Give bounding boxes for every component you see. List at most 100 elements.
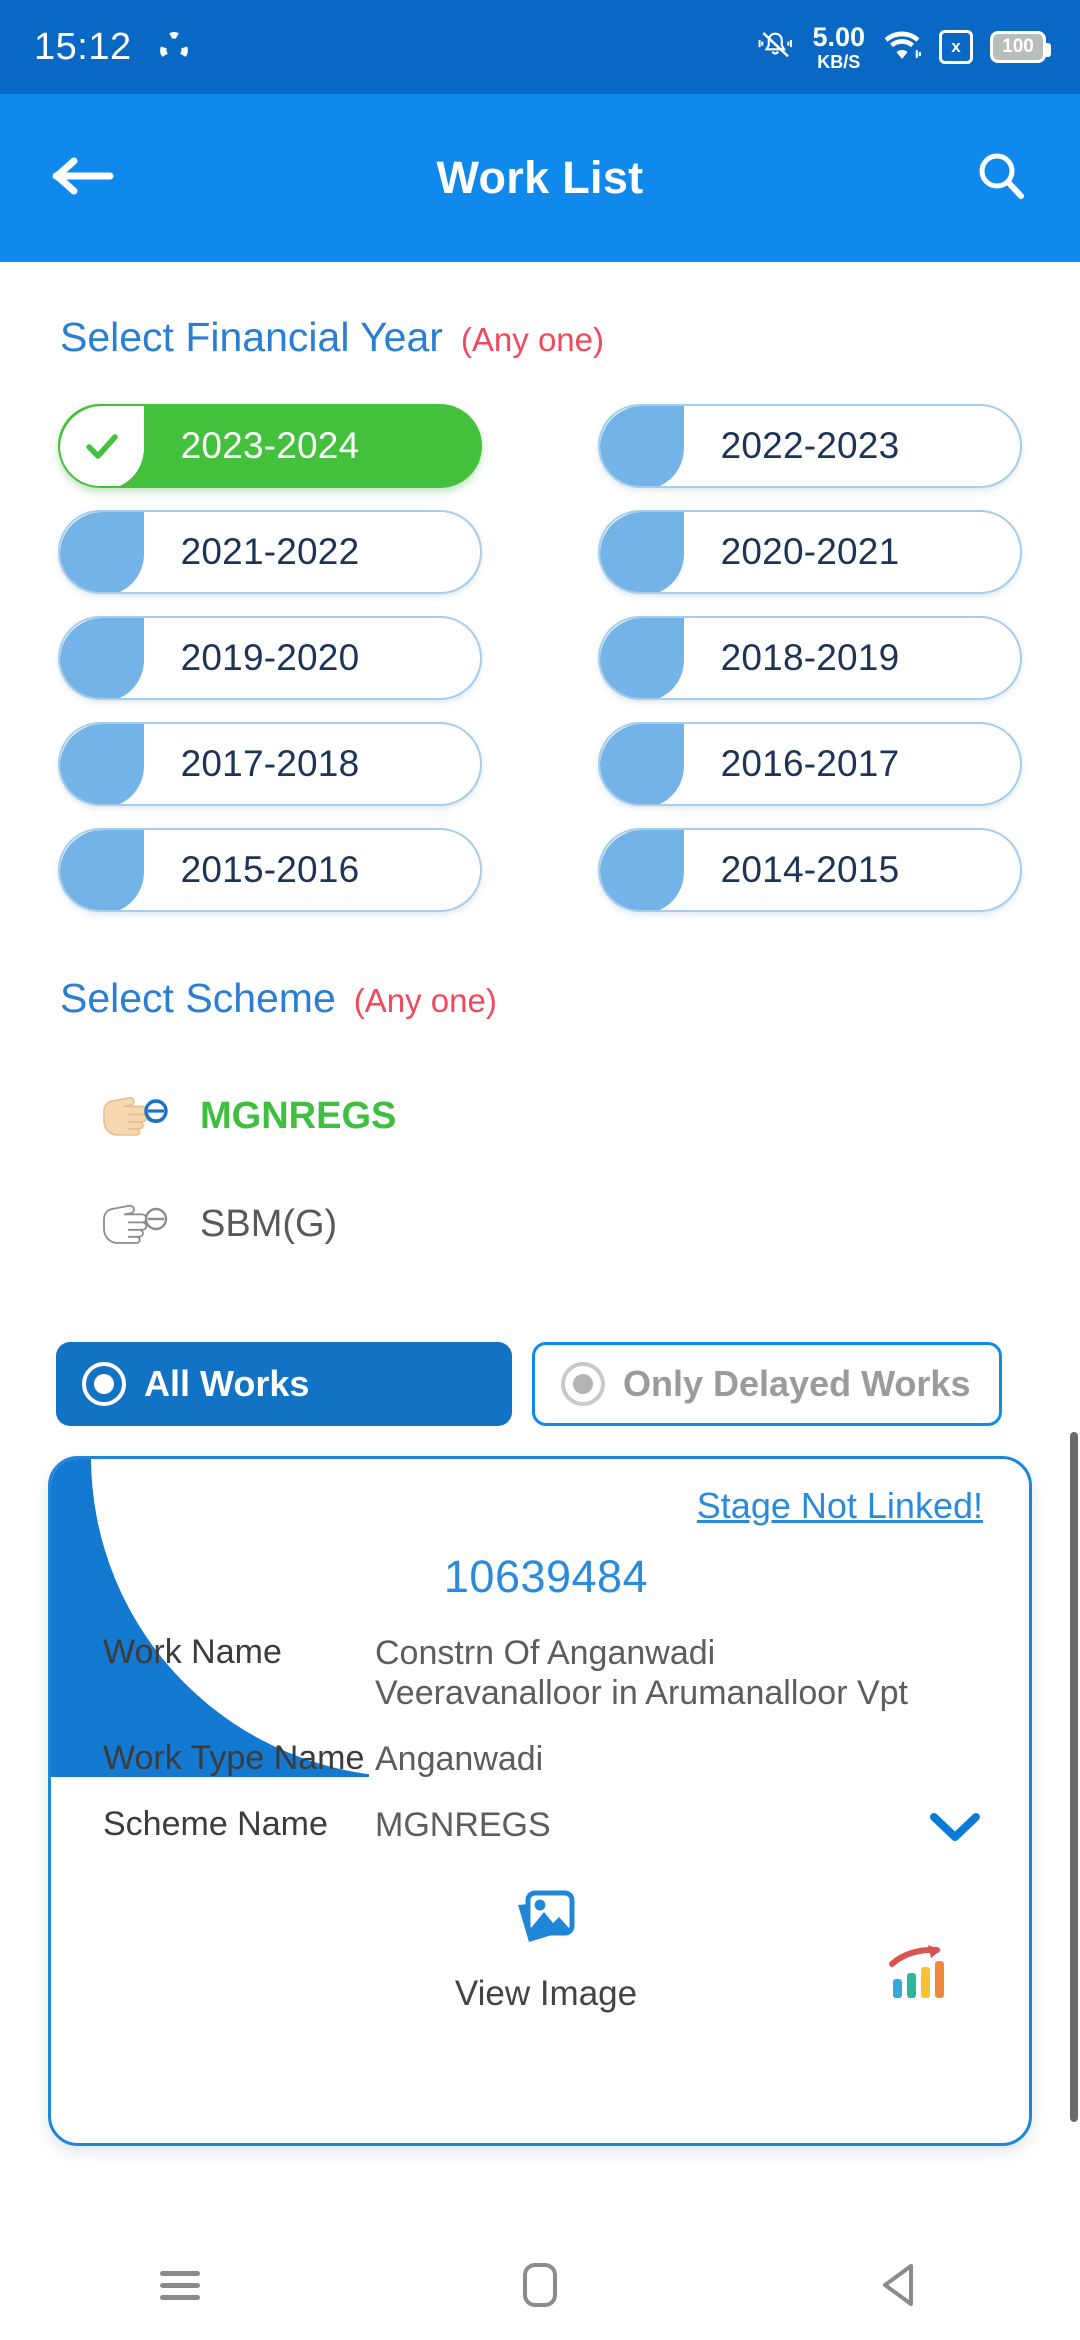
chip-leaf <box>600 512 684 592</box>
financial-year-heading: Select Financial Year (Any one) <box>0 314 1080 361</box>
financial-year-label: Select Financial Year <box>60 314 443 360</box>
work-list: Stage Not Linked! 10639484 Work Name Con… <box>0 1456 1080 2146</box>
system-navigation-bar <box>0 2230 1080 2340</box>
network-speed-value: 5.00 <box>812 21 865 52</box>
sim-card-x-icon: x <box>939 30 973 64</box>
financial-year-chip-2023-2024[interactable]: 2023-2024 <box>58 404 482 488</box>
chip-label: 2020-2021 <box>720 531 900 572</box>
financial-year-note: (Any one) <box>460 321 604 358</box>
scheme-option-label: MGNREGS <box>200 1094 397 1137</box>
financial-year-chip-2014-2015[interactable]: 2014-2015 <box>598 828 1022 912</box>
chip-leaf <box>600 618 684 698</box>
filter-all-works-label: All Works <box>144 1363 310 1404</box>
search-icon[interactable] <box>974 149 1028 208</box>
work-card-row-work-name: Work Name Constrn Of Anganwadi Veeravana… <box>103 1633 989 1713</box>
chip-leaf <box>60 618 144 698</box>
chip-leaf <box>60 724 144 804</box>
chip-label: 2023-2024 <box>180 425 360 466</box>
bell-muted-icon <box>757 28 795 67</box>
financial-year-chip-2022-2023[interactable]: 2022-2023 <box>598 404 1022 488</box>
filter-all-works[interactable]: All Works <box>56 1342 512 1426</box>
scheme-option-sbmg[interactable]: SBM(G) <box>100 1170 980 1278</box>
financial-year-cell: 2020-2021 <box>540 499 1022 605</box>
financial-year-chip-2019-2020[interactable]: 2019-2020 <box>58 616 482 700</box>
scheme-note: (Any one) <box>353 982 497 1019</box>
wifi-icon <box>882 28 922 67</box>
pointing-hand-outline-icon <box>100 1195 186 1253</box>
filter-delayed-works-label: Only Delayed Works <box>623 1363 971 1404</box>
image-gallery-icon <box>507 1879 585 1960</box>
scheme-options: MGNREGS SBM(G) <box>0 1062 1080 1278</box>
chip-label: 2015-2016 <box>180 849 360 890</box>
chip-leaf <box>60 512 144 592</box>
chip-leaf <box>600 724 684 804</box>
battery-indicator: 100 <box>990 31 1051 63</box>
chip-label: 2014-2015 <box>720 849 900 890</box>
chip-leaf <box>60 406 144 486</box>
field-key: Work Type Name <box>103 1739 365 1778</box>
financial-year-cell: 2016-2017 <box>540 711 1022 817</box>
financial-year-cell: 2017-2018 <box>58 711 540 817</box>
home-square-icon[interactable] <box>450 2230 630 2340</box>
work-id: 10639484 <box>443 1551 649 1602</box>
financial-year-chip-2020-2021[interactable]: 2020-2021 <box>598 510 1022 594</box>
field-value: MGNREGS <box>375 1806 551 1845</box>
work-card-actions: View Image <box>103 1879 989 2014</box>
page-title: Work List <box>436 152 644 203</box>
financial-year-cell: 2023-2024 <box>58 393 540 499</box>
battery-level: 100 <box>1002 36 1034 57</box>
view-image-label: View Image <box>454 1974 638 2014</box>
financial-year-cell: 2018-2019 <box>540 605 1022 711</box>
chip-label: 2016-2017 <box>720 743 900 784</box>
field-value: Constrn Of Anganwadi Veeravanalloor in A… <box>375 1634 908 1713</box>
work-card-body: Stage Not Linked! 10639484 Work Name Con… <box>51 1459 1029 2014</box>
scheme-label: Select Scheme <box>60 975 336 1021</box>
chip-label: 2021-2022 <box>180 531 360 572</box>
financial-year-cell: 2021-2022 <box>58 499 540 605</box>
main-content: Select Financial Year (Any one) 2023-202… <box>0 262 1080 2146</box>
financial-year-cell: 2019-2020 <box>58 605 540 711</box>
app-screen: 15:12 5.00 KB/S x 100 Work List Select F… <box>0 0 1080 2340</box>
work-card: Stage Not Linked! 10639484 Work Name Con… <box>48 1456 1032 2146</box>
pointing-hand-filled-icon <box>100 1087 186 1145</box>
scheme-heading: Select Scheme (Any one) <box>0 975 1080 1022</box>
back-button[interactable] <box>52 153 114 204</box>
chevron-down-icon[interactable] <box>927 1807 983 1852</box>
app-bar: Work List <box>0 94 1080 262</box>
menu-lines-icon[interactable] <box>90 2230 270 2340</box>
check-icon <box>80 424 124 473</box>
back-triangle-icon[interactable] <box>810 2230 990 2340</box>
financial-year-cell: 2015-2016 <box>58 817 540 923</box>
share-icon <box>156 29 192 65</box>
network-speed-unit: KB/S <box>817 51 861 72</box>
scheme-option-mgnregs[interactable]: MGNREGS <box>100 1062 980 1170</box>
network-speed-indicator: 5.00 KB/S <box>812 21 865 72</box>
chip-label: 2017-2018 <box>180 743 360 784</box>
financial-year-chip-2015-2016[interactable]: 2015-2016 <box>58 828 482 912</box>
scheme-option-label: SBM(G) <box>200 1202 338 1245</box>
status-bar-indicators: 5.00 KB/S x 100 <box>757 21 1051 72</box>
view-image-button[interactable]: View Image <box>103 1879 989 2014</box>
filter-delayed-works[interactable]: Only Delayed Works <box>532 1342 1002 1426</box>
financial-year-chip-2021-2022[interactable]: 2021-2022 <box>58 510 482 594</box>
work-card-fields: Work Name Constrn Of Anganwadi Veeravana… <box>103 1633 989 1845</box>
work-card-row-work-type: Work Type Name Anganwadi <box>103 1739 989 1779</box>
bar-chart-growth-icon[interactable] <box>885 1941 951 2006</box>
financial-year-chip-2016-2017[interactable]: 2016-2017 <box>598 722 1022 806</box>
status-bar: 15:12 5.00 KB/S x 100 <box>0 0 1080 94</box>
stage-not-linked-link[interactable]: Stage Not Linked! <box>103 1485 983 1527</box>
chip-label: 2019-2020 <box>180 637 360 678</box>
sim-x-label: x <box>951 37 961 56</box>
work-card-row-scheme-name: Scheme Name MGNREGS <box>103 1805 989 1845</box>
financial-year-cell: 2014-2015 <box>540 817 1022 923</box>
chip-leaf <box>600 406 684 486</box>
financial-year-chip-2017-2018[interactable]: 2017-2018 <box>58 722 482 806</box>
financial-year-chip-2018-2019[interactable]: 2018-2019 <box>598 616 1022 700</box>
chip-leaf <box>600 830 684 910</box>
financial-year-cell: 2022-2023 <box>540 393 1022 499</box>
radio-selected-icon <box>82 1362 126 1406</box>
financial-year-options: 2023-2024 2022-2023 2021-2022 2020-2021 <box>0 393 1080 923</box>
field-value: Anganwadi <box>375 1740 544 1779</box>
work-filter-toggles: All Works Only Delayed Works <box>0 1342 1080 1426</box>
page-scrollbar[interactable] <box>1070 1432 1078 2122</box>
